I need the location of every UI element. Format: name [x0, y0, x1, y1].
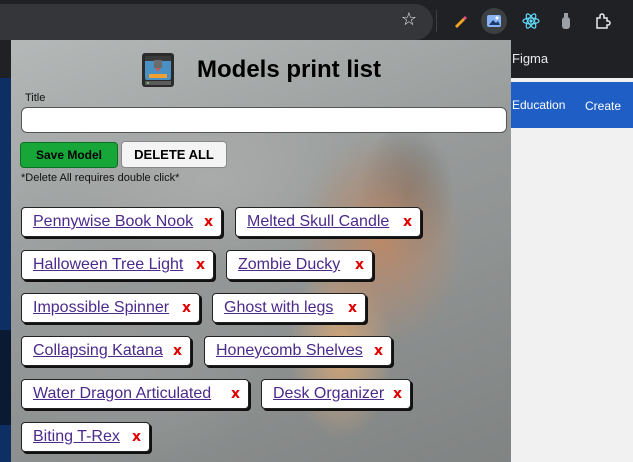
model-link[interactable]: Water Dragon Articulated	[33, 385, 211, 403]
pen-icon[interactable]	[447, 8, 473, 34]
bookmark-item-figma[interactable]: Figma	[512, 51, 548, 66]
bottle-icon[interactable]	[553, 8, 579, 34]
nav-education-link[interactable]: Education	[512, 98, 565, 112]
extension-popup: Models print list Title Save Model DELET…	[11, 40, 511, 462]
picture-icon[interactable]	[481, 8, 507, 34]
save-model-button[interactable]: Save Model	[20, 142, 118, 168]
model-link[interactable]: Zombie Ducky	[238, 256, 340, 274]
remove-model-icon[interactable]: x	[196, 257, 205, 273]
model-link[interactable]: Pennywise Book Nook	[33, 213, 193, 231]
model-chip: Ghost with legs x	[212, 293, 366, 323]
toolbar-divider	[436, 10, 437, 32]
delete-all-button[interactable]: DELETE ALL	[121, 141, 227, 168]
title-input[interactable]	[21, 107, 507, 133]
browser-toolbar: ☆	[0, 0, 633, 42]
model-link[interactable]: Honeycomb Shelves	[216, 342, 363, 360]
model-chip: Desk Organizer x	[261, 379, 411, 409]
react-icon[interactable]	[518, 8, 544, 34]
remove-model-icon[interactable]: x	[204, 214, 213, 230]
model-link[interactable]: Biting T-Rex	[33, 428, 120, 446]
model-chip: Zombie Ducky x	[226, 250, 373, 280]
model-link[interactable]: Impossible Spinner	[33, 299, 169, 317]
remove-model-icon[interactable]: x	[374, 343, 383, 359]
popup-title: Models print list	[197, 56, 382, 83]
nav-create-link[interactable]: Create	[585, 99, 621, 113]
model-chip: Biting T-Rex x	[21, 422, 150, 452]
model-chip: Honeycomb Shelves x	[204, 336, 392, 366]
model-chip: Collapsing Katana x	[21, 336, 191, 366]
model-chip: Water Dragon Articulated x	[21, 379, 249, 409]
model-chip: Pennywise Book Nook x	[21, 207, 222, 237]
remove-model-icon[interactable]: x	[403, 214, 412, 230]
delete-all-note: *Delete All requires double click*	[21, 172, 180, 184]
remove-model-icon[interactable]: x	[393, 386, 402, 402]
model-link[interactable]: Halloween Tree Light	[33, 256, 183, 274]
remove-model-icon[interactable]: x	[231, 386, 240, 402]
3d-printer-icon	[142, 53, 174, 87]
popup-header: Models print list	[139, 50, 381, 90]
model-chip: Impossible Spinner x	[21, 293, 200, 323]
remove-model-icon[interactable]: x	[348, 300, 357, 316]
remove-model-icon[interactable]: x	[182, 300, 191, 316]
model-chip: Halloween Tree Light x	[21, 250, 214, 280]
model-link[interactable]: Desk Organizer	[273, 385, 384, 403]
model-link[interactable]: Melted Skull Candle	[247, 213, 389, 231]
bookmark-star-icon[interactable]: ☆	[399, 10, 419, 30]
title-field-label: Title	[25, 92, 46, 104]
model-link[interactable]: Ghost with legs	[224, 299, 333, 317]
remove-model-icon[interactable]: x	[132, 429, 141, 445]
remove-model-icon[interactable]: x	[355, 257, 364, 273]
model-chip: Melted Skull Candle x	[235, 207, 421, 237]
remove-model-icon[interactable]: x	[173, 343, 182, 359]
model-link[interactable]: Collapsing Katana	[33, 342, 163, 360]
address-bar[interactable]	[0, 4, 433, 40]
background-left-strip-dark	[0, 330, 11, 425]
extension-puzzle-icon[interactable]	[590, 8, 616, 34]
